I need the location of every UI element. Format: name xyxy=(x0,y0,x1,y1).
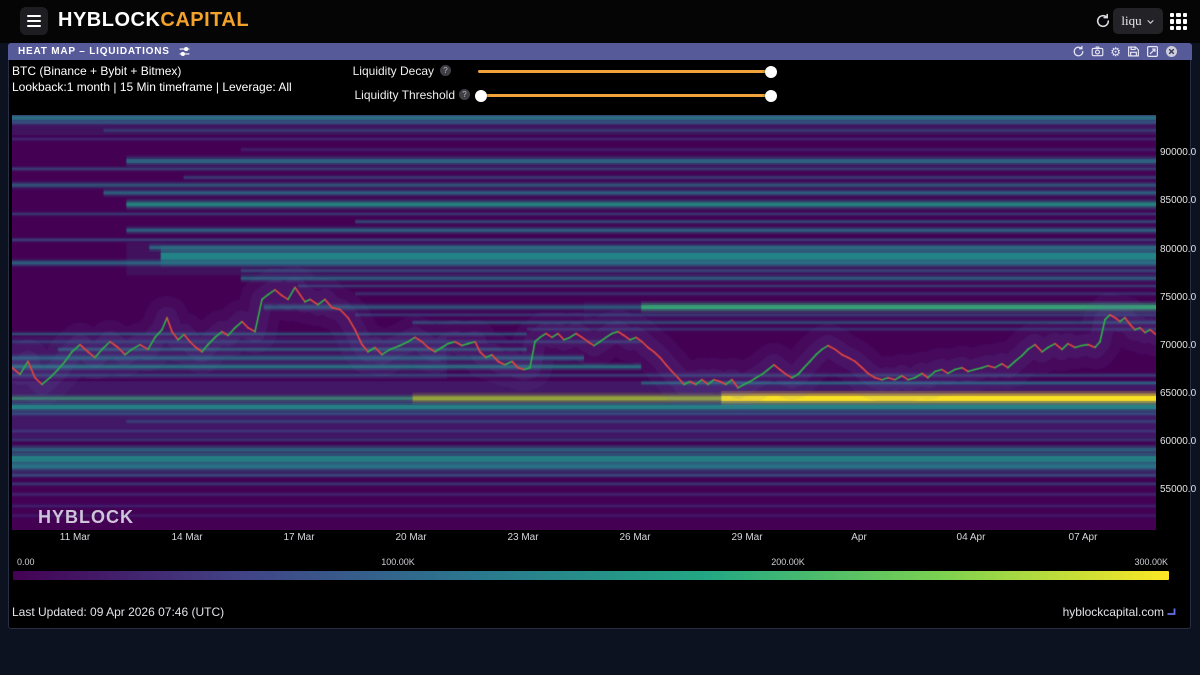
top-bar: HYBLOCKCAPITAL liqu xyxy=(0,0,1200,43)
price-tick-label: 80000.0 xyxy=(1160,244,1196,255)
resize-corner-icon[interactable] xyxy=(1166,607,1176,617)
apps-grid-icon[interactable] xyxy=(1170,13,1187,30)
dropdown-value: liqu xyxy=(1121,13,1141,29)
price-tick-label: 75000.0 xyxy=(1160,292,1196,303)
liquidity-decay-thumb[interactable] xyxy=(765,66,777,78)
date-tick-label: 17 Mar xyxy=(283,532,314,543)
lookback-info: Lookback:1 month | 15 Min timeframe | Le… xyxy=(12,80,292,94)
symbol-info: BTC (Binance + Bybit + Bitmex) xyxy=(12,64,181,78)
date-tick-label: 14 Mar xyxy=(171,532,202,543)
date-tick-label: 11 Mar xyxy=(60,532,90,543)
panel-header[interactable]: HEAT MAP – LIQUIDATIONS ⚙ xyxy=(8,43,1192,60)
panel-title: HEAT MAP – LIQUIDATIONS xyxy=(18,46,170,57)
price-tick-label: 85000.0 xyxy=(1160,195,1196,206)
date-tick-label: 29 Mar xyxy=(731,532,762,543)
save-icon[interactable] xyxy=(1127,45,1140,58)
brand-primary: HYBLOCK xyxy=(58,9,160,31)
chevron-down-icon xyxy=(1146,17,1155,26)
brand-accent: CAPITAL xyxy=(160,9,249,31)
colorbar-tick-label: 100.00K xyxy=(381,557,415,567)
refresh-icon[interactable] xyxy=(1095,13,1111,29)
camera-snapshot-icon[interactable] xyxy=(1091,45,1104,58)
refresh-panel-icon[interactable] xyxy=(1072,45,1085,58)
price-tick-label: 65000.0 xyxy=(1160,388,1196,399)
liquidity-threshold-slider[interactable] xyxy=(481,94,771,97)
price-tick-label: 60000.0 xyxy=(1160,436,1196,447)
hamburger-menu-icon[interactable] xyxy=(20,7,48,35)
app-window: HYBLOCKCAPITAL liqu HEAT MAP – LIQUIDATI… xyxy=(0,0,1200,675)
close-icon[interactable] xyxy=(1165,45,1178,58)
price-tick-label: 55000.0 xyxy=(1160,484,1196,495)
liquidation-heatmap-chart[interactable] xyxy=(12,115,1156,530)
liquidity-decay-label: Liquidity Decay xyxy=(254,64,434,78)
colorbar-gradient xyxy=(13,571,1169,580)
watermark: HYBLOCK xyxy=(38,507,134,528)
colorbar-tick-label: 200.00K xyxy=(771,557,805,567)
liquidity-threshold-thumb-high[interactable] xyxy=(765,90,777,102)
help-icon[interactable]: ? xyxy=(459,89,470,100)
date-tick-label: 26 Mar xyxy=(619,532,650,543)
settings-gear-icon[interactable]: ⚙ xyxy=(1110,46,1121,58)
price-tick-label: 90000.0 xyxy=(1160,147,1196,158)
help-icon[interactable]: ? xyxy=(440,65,451,76)
liquidity-decay-slider[interactable] xyxy=(478,70,771,73)
symbol-search-dropdown[interactable]: liqu xyxy=(1113,8,1163,34)
fullscreen-icon[interactable] xyxy=(1146,45,1159,58)
price-tick-label: 70000.0 xyxy=(1160,340,1196,351)
date-tick-label: 20 Mar xyxy=(395,532,426,543)
date-tick-label: 04 Apr xyxy=(957,532,986,543)
liquidity-threshold-label: Liquidity Threshold xyxy=(254,88,455,102)
date-tick-label: 07 Apr xyxy=(1069,532,1098,543)
colorbar-tick-label: 300.00K xyxy=(1134,557,1168,567)
site-link[interactable]: hyblockcapital.com xyxy=(1063,605,1164,619)
liquidity-threshold-thumb-low[interactable] xyxy=(475,90,487,102)
sliders-icon[interactable] xyxy=(178,45,191,58)
last-updated-text: Last Updated: 09 Apr 2026 07:46 (UTC) xyxy=(12,605,224,619)
colorbar-tick-label: 0.00 xyxy=(17,557,35,567)
date-tick-label: Apr xyxy=(851,532,867,543)
date-tick-label: 23 Mar xyxy=(507,532,538,543)
brand-logo[interactable]: HYBLOCKCAPITAL xyxy=(58,9,249,32)
